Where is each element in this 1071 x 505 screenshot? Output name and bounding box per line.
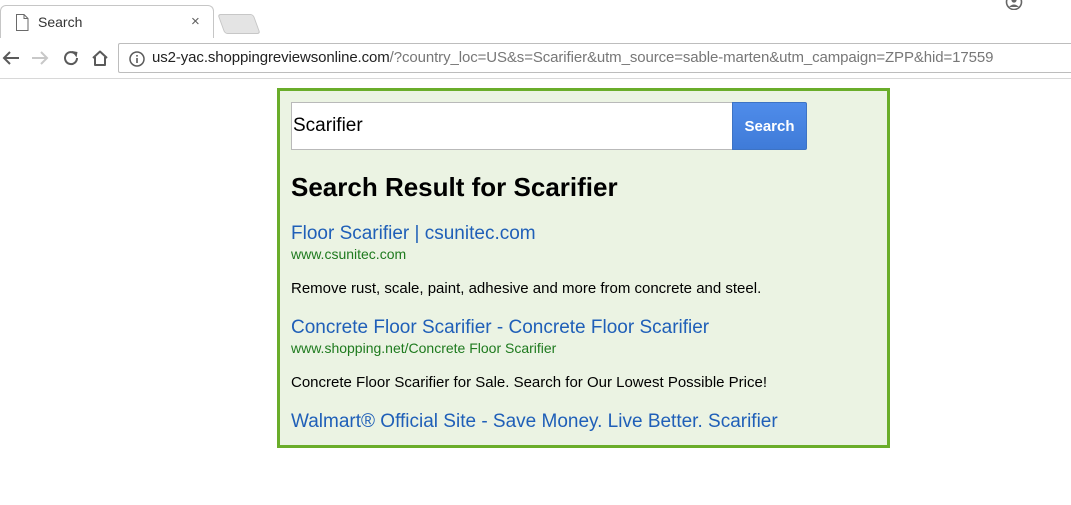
new-tab-button[interactable] [217, 14, 261, 34]
url-host: us2-yac.shoppingreviewsonline.com [152, 49, 390, 66]
search-button[interactable]: Search [732, 102, 807, 150]
page-title: Search Result for Scarifier [291, 172, 618, 202]
reload-button[interactable] [61, 48, 81, 68]
forward-arrow-icon [32, 51, 49, 65]
browser-tab[interactable]: Search × [0, 5, 214, 39]
result-display-url: www.csunitec.com [291, 246, 407, 262]
result-title-link[interactable]: Floor Scarifier | csunitec.com [291, 223, 881, 245]
results-list: Floor Scarifier | csunitec.com www.csuni… [291, 223, 881, 505]
search-results-panel: Search Search Result for Scarifier Floor… [277, 88, 890, 448]
profile-icon[interactable] [1004, 0, 1024, 10]
search-input[interactable] [291, 102, 733, 150]
info-icon[interactable] [129, 51, 145, 67]
document-icon [16, 14, 29, 31]
url-path: /?country_loc=US&s=Scarifier&utm_source=… [389, 49, 994, 66]
result-title-link[interactable]: Concrete Floor Scarifier - Concrete Floo… [291, 317, 881, 339]
result-title-link[interactable]: Walmart® Official Site - Save Money. Liv… [291, 411, 881, 433]
home-button[interactable] [90, 48, 110, 68]
reload-icon [64, 51, 79, 66]
back-button[interactable] [1, 48, 21, 68]
result-description: Remove rust, scale, paint, adhesive and … [291, 280, 762, 297]
forward-button[interactable] [30, 48, 50, 68]
browser-toolbar: us2-yac.shoppingreviewsonline.com/?count… [0, 38, 1071, 79]
result-display-url: www.shopping.net/Concrete Floor Scarifie… [291, 340, 557, 356]
result-item: Concrete Floor Scarifier - Concrete Floo… [291, 317, 881, 411]
result-description: Concrete Floor Scarifier for Sale. Searc… [291, 374, 768, 391]
address-bar[interactable]: us2-yac.shoppingreviewsonline.com/?count… [118, 43, 1071, 73]
url-text[interactable]: us2-yac.shoppingreviewsonline.com/?count… [152, 49, 993, 66]
tab-strip: Search × [0, 0, 1071, 39]
back-arrow-icon [2, 51, 19, 65]
result-item: Walmart® Official Site - Save Money. Liv… [291, 411, 881, 505]
tab-title: Search [38, 14, 83, 30]
home-icon [92, 50, 108, 66]
tab-close-icon[interactable]: × [191, 12, 200, 32]
result-item: Floor Scarifier | csunitec.com www.csuni… [291, 223, 881, 317]
